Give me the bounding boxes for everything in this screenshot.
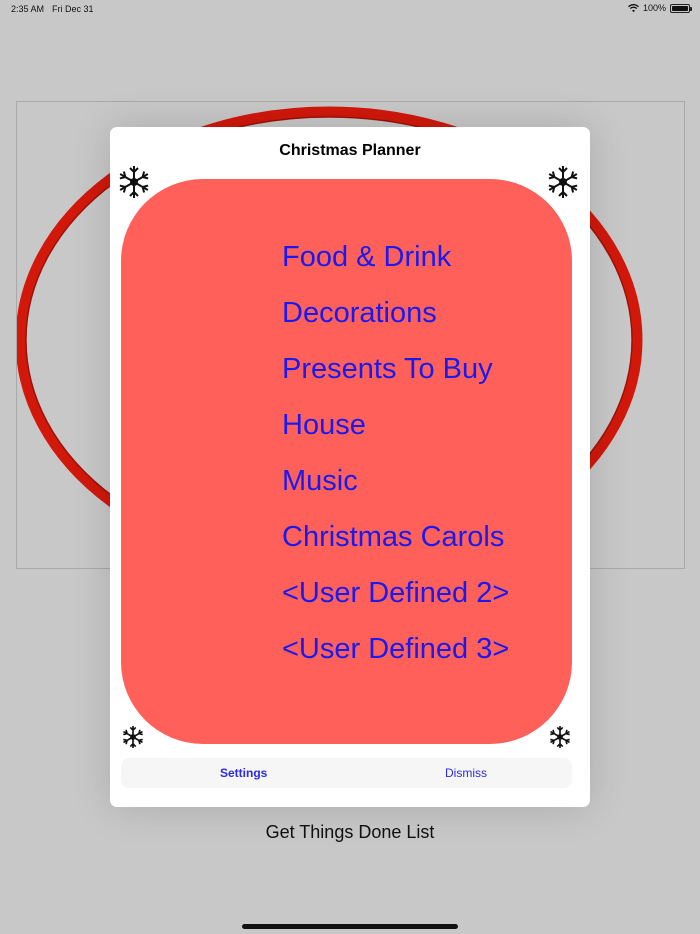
settings-button[interactable]: Settings: [220, 758, 267, 788]
modal-title: Christmas Planner: [279, 142, 421, 159]
snowflake-icon: [550, 726, 570, 748]
snowflake-icon: [548, 166, 578, 198]
menu-item-food-drink[interactable]: Food & Drink: [282, 229, 509, 285]
status-date: Fri Dec 31: [52, 4, 94, 14]
menu-item-music[interactable]: Music: [282, 453, 509, 509]
snowflake-icon: [119, 166, 149, 198]
status-right: 100%: [628, 3, 692, 13]
menu-item-house[interactable]: House: [282, 397, 509, 453]
snowflake-icon: [123, 726, 143, 748]
battery-percent: 100%: [642, 3, 666, 13]
category-list: Food & Drink Decorations Presents To Buy…: [282, 229, 509, 677]
modal-tab-bar: Settings Dismiss: [121, 758, 572, 788]
category-card: Food & Drink Decorations Presents To Buy…: [121, 179, 572, 744]
status-bar: 2:35 AM Fri Dec 31 100%: [0, 0, 700, 18]
menu-item-decorations[interactable]: Decorations: [282, 285, 509, 341]
home-indicator[interactable]: [242, 924, 458, 929]
menu-item-user-defined-2[interactable]: <User Defined 2>: [282, 565, 509, 621]
menu-item-user-defined-3[interactable]: <User Defined 3>: [282, 621, 509, 677]
menu-item-christmas-carols[interactable]: Christmas Carols: [282, 509, 509, 565]
planner-modal: Christmas Planner Food & Drink Decoratio…: [110, 127, 590, 807]
wifi-icon: [628, 4, 639, 12]
menu-item-presents[interactable]: Presents To Buy: [282, 341, 509, 397]
battery-icon: [670, 3, 692, 13]
dismiss-button[interactable]: Dismiss: [445, 758, 487, 788]
background-caption: Get Things Done List: [265, 822, 435, 842]
status-time: 2:35 AM: [11, 4, 45, 14]
